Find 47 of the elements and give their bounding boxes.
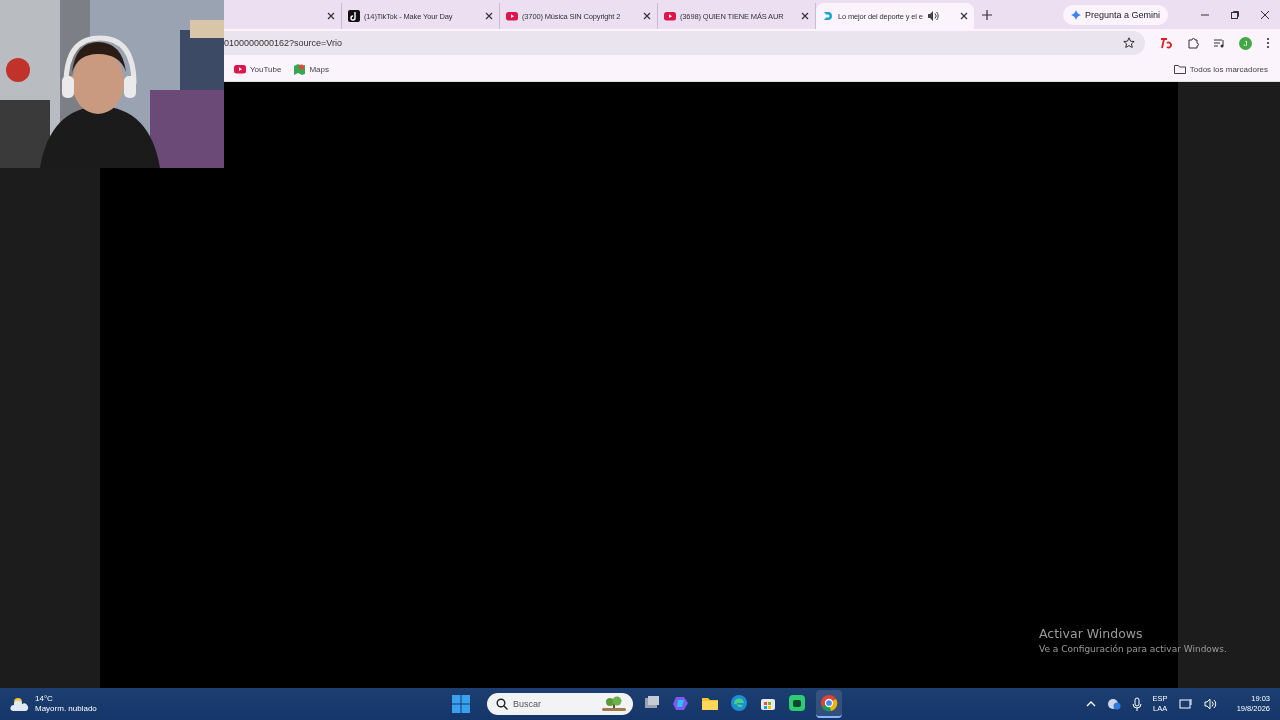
activation-text: Ve a Configuración para activar Windows.	[1039, 644, 1227, 654]
volume-icon[interactable]	[1203, 698, 1218, 710]
map-pin-icon	[293, 63, 306, 75]
d-logo-icon	[822, 10, 834, 22]
weather-text: Mayorm. nublado	[35, 704, 97, 714]
close-icon[interactable]	[1260, 10, 1270, 20]
close-icon[interactable]	[485, 12, 493, 20]
close-icon[interactable]	[643, 12, 651, 20]
edge-icon	[730, 694, 748, 712]
close-icon[interactable]	[327, 12, 335, 20]
chevron-up-icon[interactable]	[1085, 701, 1096, 707]
tiktok-icon	[348, 10, 360, 22]
restore-icon[interactable]	[1230, 10, 1240, 20]
chrome-icon	[820, 694, 838, 712]
play-icon	[506, 10, 518, 22]
tree-icon	[600, 696, 628, 712]
search-icon	[496, 698, 508, 710]
taskbar-app[interactable]	[816, 690, 842, 718]
network-icon[interactable]	[1178, 698, 1193, 710]
play-icon	[234, 63, 246, 75]
speaker-icon[interactable]	[926, 10, 939, 22]
folder-icon	[1173, 64, 1186, 74]
temperature-text: 14°C	[35, 694, 54, 704]
extension-icon[interactable]	[1159, 37, 1173, 49]
close-icon[interactable]	[960, 12, 968, 20]
microphone-icon[interactable]	[1131, 697, 1142, 711]
star-icon[interactable]	[1123, 37, 1135, 49]
bookmark-link[interactable]: YouTube	[234, 63, 282, 75]
search-field[interactable]: Buscar	[487, 693, 633, 715]
plus-icon[interactable]	[982, 10, 992, 20]
cloud-icon[interactable]	[1106, 698, 1121, 710]
activation-title: Activar Windows	[1039, 626, 1144, 641]
bookmark-link[interactable]: Maps	[293, 63, 329, 75]
windows-start-icon[interactable]	[452, 695, 470, 713]
close-icon[interactable]	[801, 12, 809, 20]
url-text: 0100000000162?source=Vrio	[224, 38, 343, 48]
cloud-sun-icon[interactable]	[10, 696, 30, 712]
address-bar[interactable]: 0100000000162?source=Vrio	[224, 31, 1145, 55]
gemini-button[interactable]: Pregunta a Gemini	[1062, 5, 1168, 25]
robot-icon	[788, 694, 806, 712]
sparkle-icon	[1070, 10, 1081, 20]
media-list-icon[interactable]	[1213, 37, 1225, 49]
puzzle-icon[interactable]	[1187, 37, 1199, 49]
copilot-icon	[672, 694, 690, 712]
more-icon[interactable]	[1266, 37, 1270, 49]
play-icon	[664, 10, 676, 22]
all-bookmarks-link[interactable]: Todos los marcadores	[1173, 64, 1268, 74]
